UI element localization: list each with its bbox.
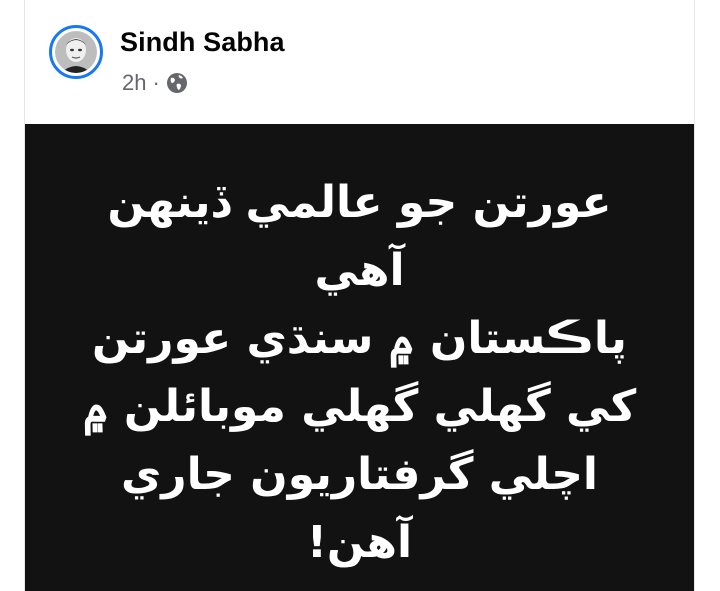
post-text-line: پاڪستان ۾ سنڌي عورتن [92, 313, 627, 364]
post-image[interactable]: عورتن جو عالمي ڏينهن آهي پاڪستان ۾ سنڌي … [25, 124, 694, 591]
post-text-line: اچلي گرفتاريون جاري [120, 449, 599, 500]
post-text-line: آهي [314, 245, 405, 296]
post-text-line: آهن! [306, 517, 413, 568]
post-timestamp[interactable]: 2h [122, 70, 146, 96]
avatar[interactable] [49, 25, 103, 79]
post-header: Sindh Sabha 2h · [25, 0, 694, 124]
post-text-line: عورتن جو عالمي ڏينهن [107, 177, 612, 228]
author-name[interactable]: Sindh Sabha [120, 27, 285, 58]
post-card: Sindh Sabha 2h · عورتن جو عالمي ڏينهن آه… [24, 0, 695, 591]
meta-separator: · [152, 70, 160, 95]
post-text-line: کي گهلي گهلي موبائلن ۾ [82, 381, 637, 432]
globe-icon[interactable] [166, 72, 188, 94]
post-meta: 2h · [122, 70, 188, 96]
profile-photo-icon [55, 31, 97, 73]
